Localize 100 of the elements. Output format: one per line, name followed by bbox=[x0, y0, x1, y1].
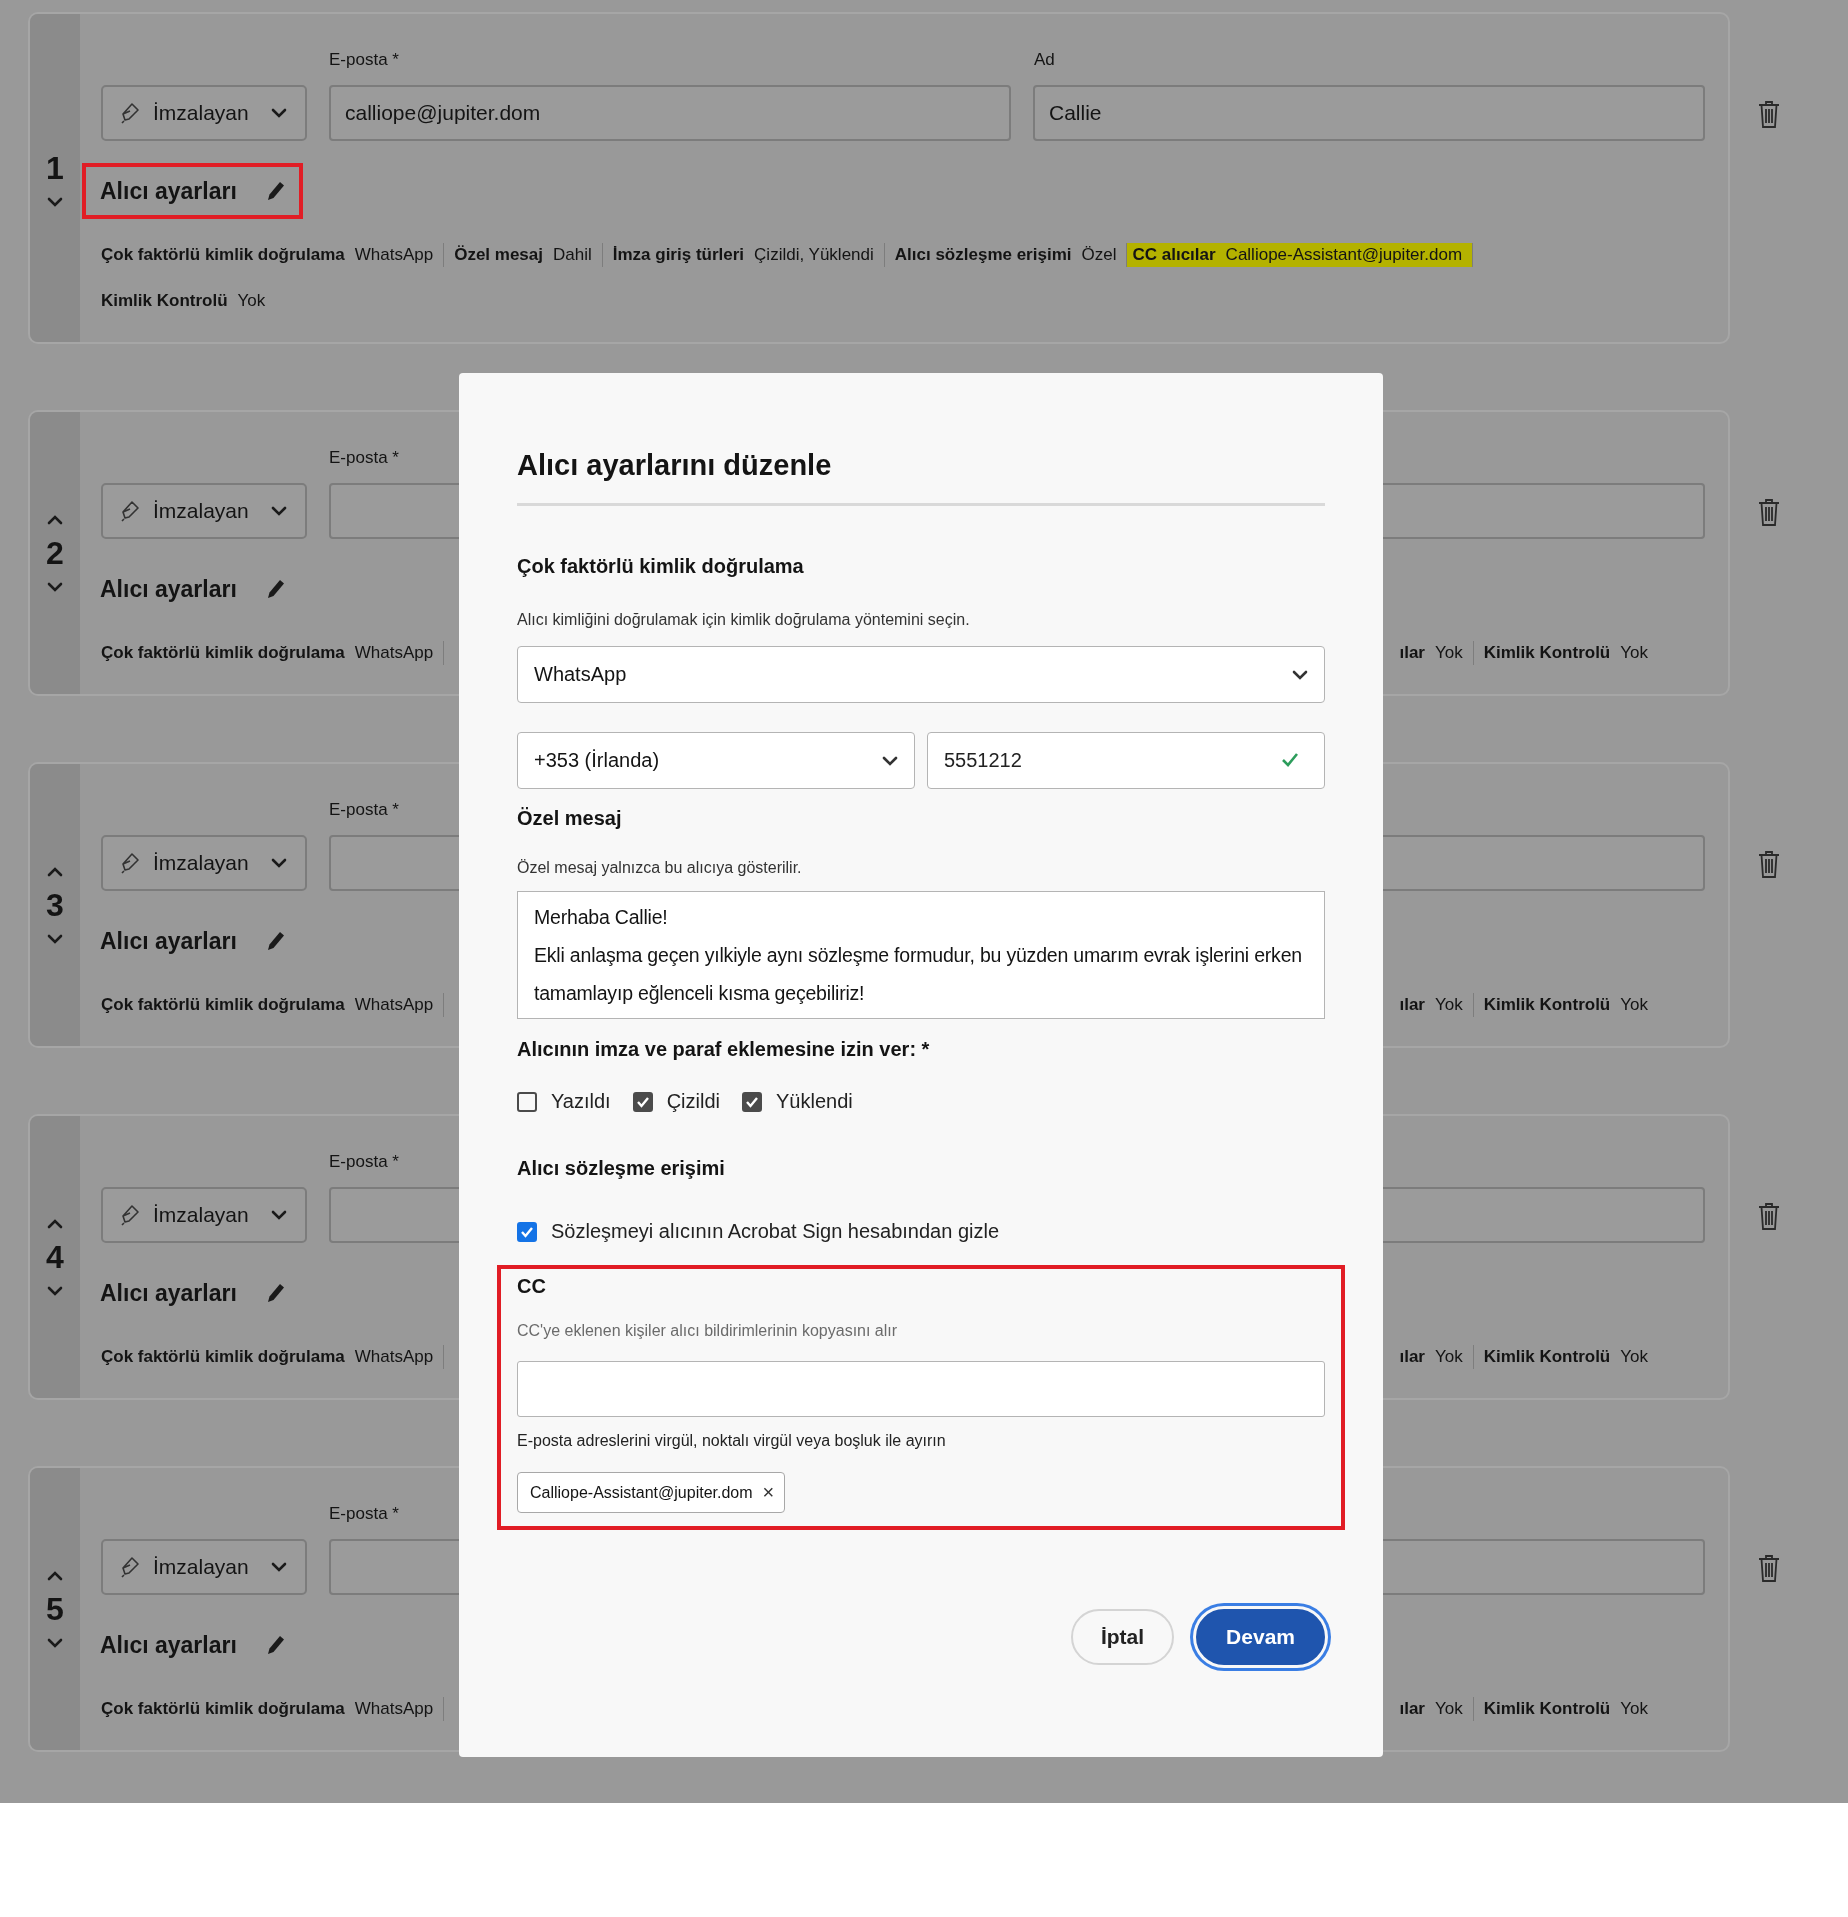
setting-label: Özel mesaj bbox=[454, 245, 543, 265]
cc-email-field[interactable] bbox=[517, 1361, 1325, 1417]
field-label: E-posta * bbox=[329, 448, 399, 467]
trash-icon[interactable] bbox=[1758, 100, 1780, 128]
setting-label: Çok faktörlü kimlik doğrulama bbox=[101, 995, 345, 1015]
setting-value: Özel bbox=[1081, 245, 1117, 265]
setting-label: ılar bbox=[1399, 1699, 1425, 1719]
recipient-settings-button[interactable]: Alıcı ayarları bbox=[82, 163, 303, 219]
pen-icon bbox=[119, 1203, 141, 1227]
setting-value: Yok bbox=[1434, 643, 1463, 663]
cancel-button[interactable]: İptal bbox=[1070, 1609, 1175, 1665]
chip-label: Calliope-Assistant@jupiter.dom bbox=[530, 1483, 753, 1502]
recipient-settings-button[interactable]: Alıcı ayarları bbox=[82, 913, 303, 969]
chevron-down-icon bbox=[271, 1562, 287, 1572]
checkmark-icon bbox=[635, 1095, 650, 1108]
role-dropdown[interactable]: İmzalayan bbox=[101, 835, 307, 891]
name-field[interactable]: Callie bbox=[1033, 85, 1705, 141]
chevron-down-icon bbox=[271, 506, 287, 516]
trash-icon[interactable] bbox=[1758, 1202, 1780, 1230]
trash-icon[interactable] bbox=[1758, 850, 1780, 878]
helper-text: E-posta adreslerini virgül, noktalı virgül veya boşluk ile ayırın bbox=[517, 1431, 947, 1451]
role-dropdown[interactable]: İmzalayan bbox=[101, 1539, 307, 1595]
move-up-icon[interactable] bbox=[47, 1218, 63, 1229]
recipient-settings-button[interactable]: Alıcı ayarları bbox=[82, 561, 303, 617]
phone-field[interactable]: 5551212 bbox=[927, 732, 1325, 789]
checkbox[interactable]: Sözleşmeyi alıcının Acrobat Sign hesabından gizle bbox=[517, 1220, 1000, 1243]
method-dropdown[interactable]: WhatsApp bbox=[517, 646, 1325, 703]
setting-value: Yok bbox=[1434, 1699, 1463, 1719]
field-label: E-posta * bbox=[329, 1152, 399, 1171]
move-down-icon[interactable] bbox=[47, 1637, 63, 1648]
setting-value: Çizildi, Yüklendi bbox=[754, 245, 874, 265]
field-label: E-posta * bbox=[329, 1504, 399, 1523]
move-up-icon[interactable] bbox=[47, 514, 63, 525]
recipient-settings-button[interactable]: Alıcı ayarları bbox=[82, 1617, 303, 1673]
section-heading: CC bbox=[517, 1274, 547, 1299]
checkmark-icon bbox=[520, 1225, 534, 1238]
chevron-down-icon bbox=[882, 755, 898, 766]
trash-icon[interactable] bbox=[1758, 498, 1780, 526]
setting-value: Yok bbox=[1620, 1347, 1648, 1367]
setting-value: Yok bbox=[1620, 643, 1648, 663]
setting-label: Çok faktörlü kimlik doğrulama bbox=[101, 245, 345, 265]
role-dropdown[interactable]: İmzalayan bbox=[101, 483, 307, 539]
section-heading: Alıcının imza ve paraf eklemesine izin ver: * bbox=[517, 1037, 931, 1062]
move-up-icon[interactable] bbox=[47, 866, 63, 877]
setting-label: Çok faktörlü kimlik doğrulama bbox=[101, 1347, 345, 1367]
setting-label: Kimlik Kontrolü bbox=[1483, 1699, 1611, 1719]
pen-icon bbox=[119, 101, 141, 125]
field-label: E-posta * bbox=[329, 800, 399, 819]
email-field[interactable]: calliope@jupiter.dom bbox=[329, 85, 1011, 141]
recipient-settings-button[interactable]: Alıcı ayarları bbox=[82, 1265, 303, 1321]
section-heading: Çok faktörlü kimlik doğrulama bbox=[517, 554, 805, 579]
setting-label: Alıcı sözleşme erişimi bbox=[894, 245, 1072, 265]
recipient-number: 2 bbox=[46, 534, 64, 572]
setting-value: Yok bbox=[1620, 1699, 1648, 1719]
chevron-down-icon bbox=[271, 108, 287, 118]
move-down-icon[interactable] bbox=[47, 933, 63, 944]
country-dropdown[interactable]: +353 (İrlanda) bbox=[517, 732, 915, 789]
setting-value: Yok bbox=[1620, 995, 1648, 1015]
recipient-number: 1 bbox=[46, 149, 64, 187]
checkbox[interactable]: Çizildi bbox=[632, 1090, 720, 1113]
pen-icon bbox=[119, 851, 141, 875]
trash-icon[interactable] bbox=[1758, 1554, 1780, 1582]
recipient-number: 5 bbox=[46, 1590, 64, 1628]
setting-value: WhatsApp bbox=[354, 1699, 434, 1719]
field-label: E-posta * bbox=[329, 50, 399, 69]
field-label: Ad bbox=[1034, 50, 1055, 69]
move-down-icon[interactable] bbox=[47, 1285, 63, 1296]
setting-label: Kimlik Kontrolü bbox=[1483, 643, 1611, 663]
section-heading: Alıcı sözleşme erişimi bbox=[517, 1156, 726, 1181]
role-dropdown[interactable]: İmzalayan bbox=[101, 1187, 307, 1243]
setting-value: WhatsApp bbox=[354, 995, 434, 1015]
section-description: Alıcı kimliğini doğrulamak için kimlik doğrulama yöntemini seçin. bbox=[517, 610, 971, 630]
message-field[interactable]: Merhaba Callie! Ekli anlaşma geçen yılkiyle aynı sözleşme formudur, bu yüzden umarım evrak işlerini erken tamamlayıp eğlenceli kısma geçebiliriz! bbox=[517, 891, 1325, 1019]
checkbox[interactable]: Yüklendi bbox=[742, 1090, 853, 1113]
dialog-title: Alıcı ayarlarını düzenle bbox=[517, 447, 1325, 506]
setting-label: Kimlik Kontrolü bbox=[1483, 1347, 1611, 1367]
setting-value: Yok bbox=[1434, 995, 1463, 1015]
move-down-icon[interactable] bbox=[47, 196, 63, 207]
setting-value: Dahil bbox=[553, 245, 592, 265]
setting-value: Calliope-Assistant@jupiter.dom bbox=[1225, 245, 1463, 265]
pen-icon bbox=[119, 499, 141, 523]
chevron-down-icon bbox=[1292, 669, 1308, 680]
setting-value: Yok bbox=[1434, 1347, 1463, 1367]
setting-value: WhatsApp bbox=[354, 245, 434, 265]
chevron-down-icon bbox=[271, 1210, 287, 1220]
setting-label: CC alıcılar bbox=[1132, 245, 1216, 265]
move-down-icon[interactable] bbox=[47, 581, 63, 592]
setting-label: ılar bbox=[1399, 1347, 1425, 1367]
section-description: CC'ye eklenen kişiler alıcı bildirimlerinin kopyasını alır bbox=[517, 1321, 899, 1341]
setting-value: Yok bbox=[237, 291, 266, 311]
setting-value: WhatsApp bbox=[354, 643, 434, 663]
setting-label: ılar bbox=[1399, 643, 1425, 663]
remove-button[interactable]: × bbox=[762, 1481, 775, 1504]
checkbox[interactable]: Yazıldı bbox=[517, 1090, 611, 1113]
move-up-icon[interactable] bbox=[47, 1570, 63, 1581]
checkmark-icon bbox=[745, 1095, 759, 1108]
setting-label: İmza giriş türleri bbox=[612, 245, 745, 265]
role-dropdown[interactable]: İmzalayan bbox=[101, 85, 307, 141]
pen-icon bbox=[119, 1555, 141, 1579]
section-description: Özel mesaj yalnızca bu alıcıya gösterilir. bbox=[517, 858, 803, 878]
